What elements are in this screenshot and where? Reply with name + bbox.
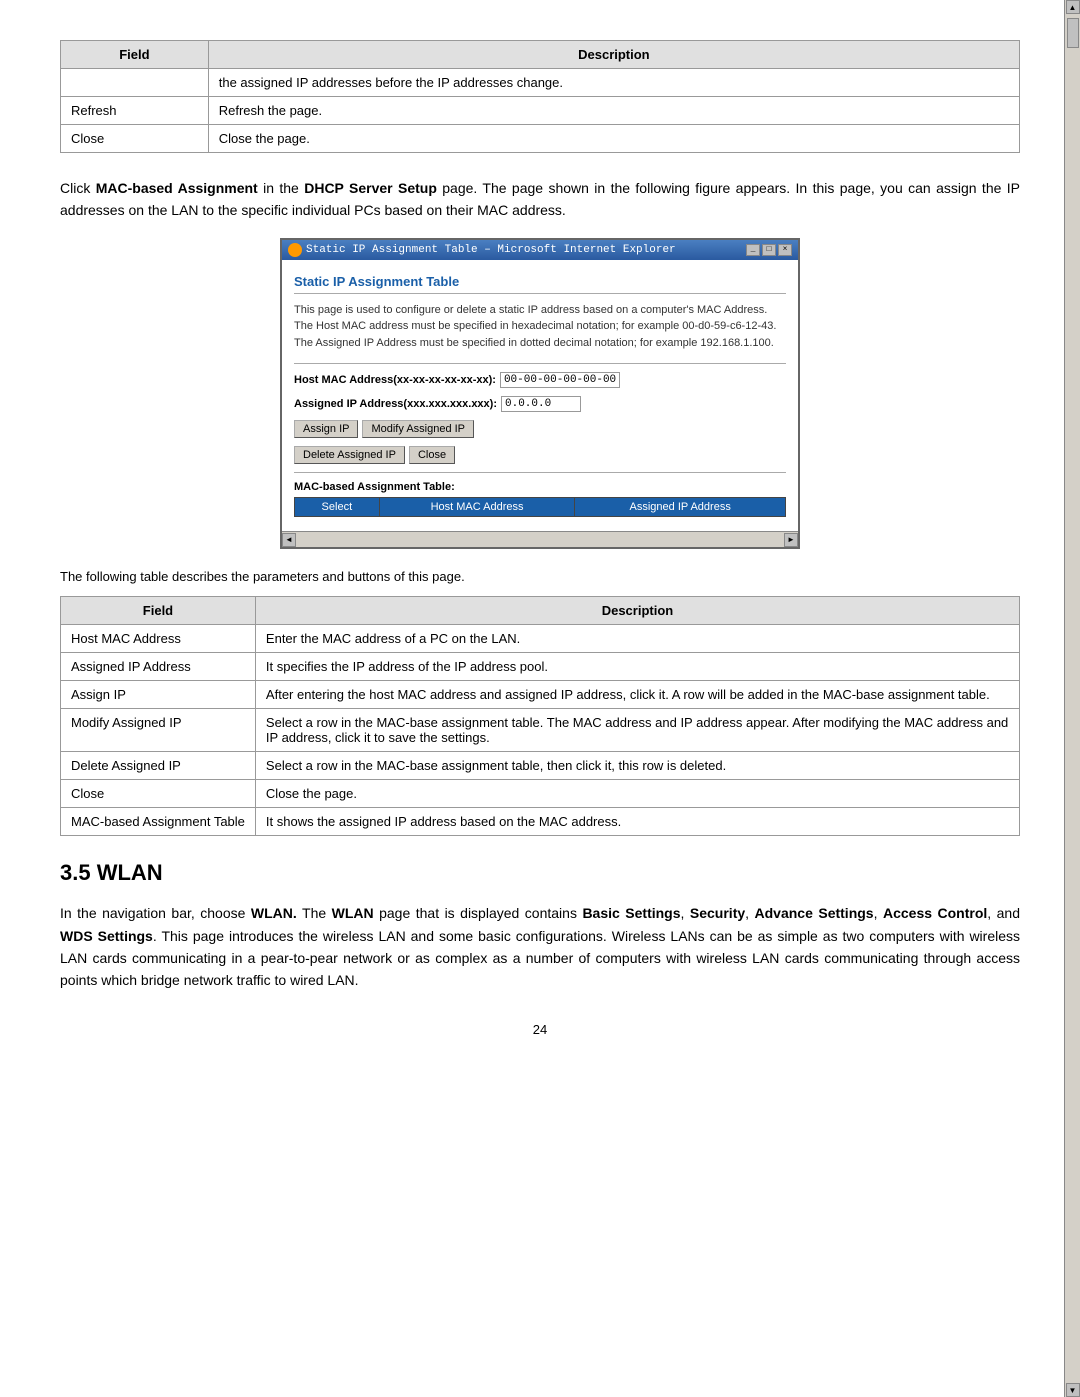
- scroll-down-button[interactable]: ▼: [1066, 1383, 1080, 1397]
- desc-assigned-ip: It specifies the IP address of the IP ad…: [255, 653, 1019, 681]
- desc-delete-ip: Select a row in the MAC-base assignment …: [255, 752, 1019, 780]
- desc-cell: Refresh the page.: [208, 97, 1019, 125]
- field-cell: Close: [61, 125, 209, 153]
- separator: [294, 363, 786, 364]
- desc-cell: Close the page.: [208, 125, 1019, 153]
- ie-vertical-scrollbar[interactable]: ▲ ▼: [1064, 0, 1080, 1397]
- table-row: Modify Assigned IP Select a row in the M…: [61, 709, 1020, 752]
- field-assign-ip: Assign IP: [61, 681, 256, 709]
- desc-cell: the assigned IP addresses before the IP …: [208, 69, 1019, 97]
- table-row: the assigned IP addresses before the IP …: [61, 69, 1020, 97]
- ie-page-title: Static IP Assignment Table: [294, 274, 786, 294]
- minimize-button[interactable]: _: [746, 244, 760, 256]
- table-row: Assigned IP Address It specifies the IP …: [61, 653, 1020, 681]
- table-row: Refresh Refresh the page.: [61, 97, 1020, 125]
- assigned-ip-label: Assigned IP Address(xxx.xxx.xxx.xxx):: [294, 398, 497, 410]
- delete-assigned-ip-button[interactable]: Delete Assigned IP: [294, 446, 405, 464]
- table-row: Close Close the page.: [61, 125, 1020, 153]
- modify-assigned-ip-button[interactable]: Modify Assigned IP: [362, 420, 474, 438]
- host-mac-label: Host MAC Address(xx-xx-xx-xx-xx-xx):: [294, 374, 496, 386]
- mac-table-col-select: Select: [295, 498, 380, 517]
- assign-ip-button[interactable]: Assign IP: [294, 420, 358, 438]
- assigned-ip-input[interactable]: [501, 396, 581, 412]
- section-heading: 3.5 WLAN: [60, 860, 1020, 886]
- field-close: Close: [61, 780, 256, 808]
- separator2: [294, 472, 786, 473]
- mac-table-section-label: MAC-based Assignment Table:: [294, 481, 786, 493]
- desc-host-mac: Enter the MAC address of a PC on the LAN…: [255, 625, 1019, 653]
- scroll-thumb[interactable]: [1067, 18, 1079, 48]
- section-title: WLAN: [97, 860, 163, 885]
- field-assigned-ip: Assigned IP Address: [61, 653, 256, 681]
- section-number: 3.5: [60, 860, 91, 885]
- ie-page-desc: This page is used to configure or delete…: [294, 302, 786, 352]
- page-number: 24: [60, 1022, 1020, 1037]
- table-row: MAC-based Assignment Table It shows the …: [61, 808, 1020, 836]
- host-mac-input[interactable]: [500, 372, 620, 388]
- top-reference-table: Field Description the assigned IP addres…: [60, 40, 1020, 153]
- mac-table-col-host-mac: Host MAC Address: [379, 498, 575, 517]
- assigned-ip-row: Assigned IP Address(xxx.xxx.xxx.xxx):: [294, 396, 786, 412]
- field-mac-table: MAC-based Assignment Table: [61, 808, 256, 836]
- scroll-track-h: [296, 534, 784, 546]
- mac-table-col-assigned-ip: Assigned IP Address: [575, 498, 786, 517]
- field-cell: Refresh: [61, 97, 209, 125]
- button-row-1: Assign IP Modify Assigned IP: [294, 420, 786, 438]
- desc-col-description: Description: [255, 597, 1019, 625]
- table-row: Close Close the page.: [61, 780, 1020, 808]
- ie-window-screenshot: Static IP Assignment Table – Microsoft I…: [280, 238, 800, 550]
- restore-button[interactable]: □: [762, 244, 776, 256]
- field-delete-ip: Delete Assigned IP: [61, 752, 256, 780]
- description-table: Field Description Host MAC Address Enter…: [60, 596, 1020, 836]
- wlan-paragraph: In the navigation bar, choose WLAN. The …: [60, 902, 1020, 992]
- desc-modify-ip: Select a row in the MAC-base assignment …: [255, 709, 1019, 752]
- ie-horizontal-scrollbar[interactable]: ◄ ►: [282, 531, 798, 547]
- field-host-mac: Host MAC Address: [61, 625, 256, 653]
- field-cell: [61, 69, 209, 97]
- close-button[interactable]: ×: [778, 244, 792, 256]
- scroll-left-button[interactable]: ◄: [282, 533, 296, 547]
- ie-window-icon: [288, 243, 302, 257]
- desc-col-field: Field: [61, 597, 256, 625]
- ie-titlebar-left: Static IP Assignment Table – Microsoft I…: [288, 243, 676, 257]
- table-row: Delete Assigned IP Select a row in the M…: [61, 752, 1020, 780]
- desc-mac-table: It shows the assigned IP address based o…: [255, 808, 1019, 836]
- scroll-up-button[interactable]: ▲: [1066, 0, 1080, 14]
- ie-window-title: Static IP Assignment Table – Microsoft I…: [306, 244, 676, 256]
- table-row: Assign IP After entering the host MAC ad…: [61, 681, 1020, 709]
- button-row-2: Delete Assigned IP Close: [294, 446, 786, 464]
- desc-assign-ip: After entering the host MAC address and …: [255, 681, 1019, 709]
- host-mac-row: Host MAC Address(xx-xx-xx-xx-xx-xx):: [294, 372, 786, 388]
- desc-close: Close the page.: [255, 780, 1019, 808]
- table-caption: The following table describes the parame…: [60, 569, 1020, 584]
- ie-window-controls: _ □ ×: [746, 244, 792, 256]
- col-field: Field: [61, 41, 209, 69]
- table-row: Host MAC Address Enter the MAC address o…: [61, 625, 1020, 653]
- ie-titlebar: Static IP Assignment Table – Microsoft I…: [282, 240, 798, 260]
- intro-paragraph: Click MAC-based Assignment in the DHCP S…: [60, 177, 1020, 222]
- mac-assignment-table: Select Host MAC Address Assigned IP Addr…: [294, 497, 786, 517]
- close-ie-button[interactable]: Close: [409, 446, 455, 464]
- scroll-right-button[interactable]: ►: [784, 533, 798, 547]
- field-modify-ip: Modify Assigned IP: [61, 709, 256, 752]
- col-description: Description: [208, 41, 1019, 69]
